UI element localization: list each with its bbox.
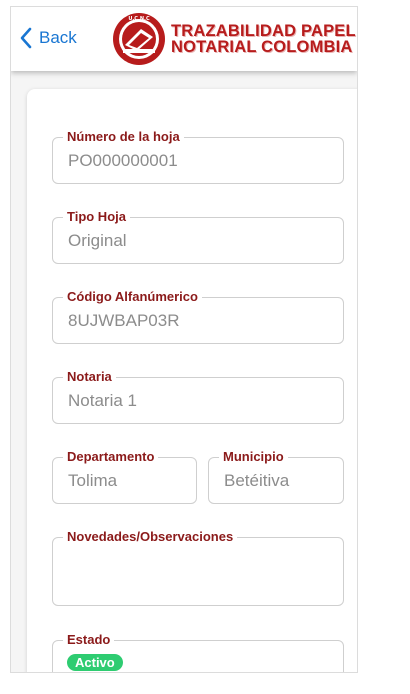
seal-text: U.C.N.C [128, 16, 150, 22]
brand-line-1: TRAZABILIDAD PAPEL [171, 22, 356, 40]
notaria-label: Notaria [63, 369, 116, 385]
back-button[interactable]: Back [19, 27, 77, 49]
departamento-field[interactable]: Departamento Tolima [52, 449, 197, 504]
seal-logo: U.C.N.C [113, 13, 165, 65]
tipo-hoja-label: Tipo Hoja [63, 209, 130, 225]
status-badge: Activo [67, 654, 123, 671]
municipio-value: Betéitiva [224, 471, 290, 490]
notaria-value: Notaria 1 [68, 391, 137, 410]
novedades-field[interactable]: Novedades/Observaciones [52, 529, 344, 606]
detail-card: Número de la hoja PO000000001 Tipo Hoja … [27, 89, 357, 672]
numero-hoja-value: PO000000001 [68, 151, 178, 170]
departamento-value: Tolima [68, 471, 118, 490]
brand-line-2: NOTARIAL COLOMBIA [171, 38, 353, 56]
codigo-label: Código Alfanúmerico [63, 289, 202, 305]
tipo-hoja-field[interactable]: Tipo Hoja Original [52, 209, 344, 264]
municipio-field[interactable]: Municipio Betéitiva [208, 449, 344, 504]
novedades-label: Novedades/Observaciones [63, 529, 238, 545]
estado-field: Estado Activo [52, 632, 344, 672]
estado-label: Estado [63, 632, 115, 648]
numero-hoja-field[interactable]: Número de la hoja PO000000001 [52, 129, 344, 184]
codigo-field[interactable]: Código Alfanúmerico 8UJWBAP03R [52, 289, 344, 344]
app-header: Back U.C.N.C TRAZABILIDAD PAPEL NOTARIAL… [11, 7, 357, 71]
back-label: Back [39, 28, 77, 47]
numero-hoja-label: Número de la hoja [63, 129, 184, 145]
departamento-label: Departamento [63, 449, 159, 465]
tipo-hoja-value: Original [68, 231, 127, 250]
app-frame: Back U.C.N.C TRAZABILIDAD PAPEL NOTARIAL… [10, 6, 358, 673]
municipio-label: Municipio [219, 449, 288, 465]
brand-title: TRAZABILIDAD PAPEL NOTARIAL COLOMBIA [171, 22, 356, 56]
chevron-left-icon [20, 27, 32, 49]
codigo-value: 8UJWBAP03R [68, 311, 180, 330]
notaria-field[interactable]: Notaria Notaria 1 [52, 369, 344, 424]
